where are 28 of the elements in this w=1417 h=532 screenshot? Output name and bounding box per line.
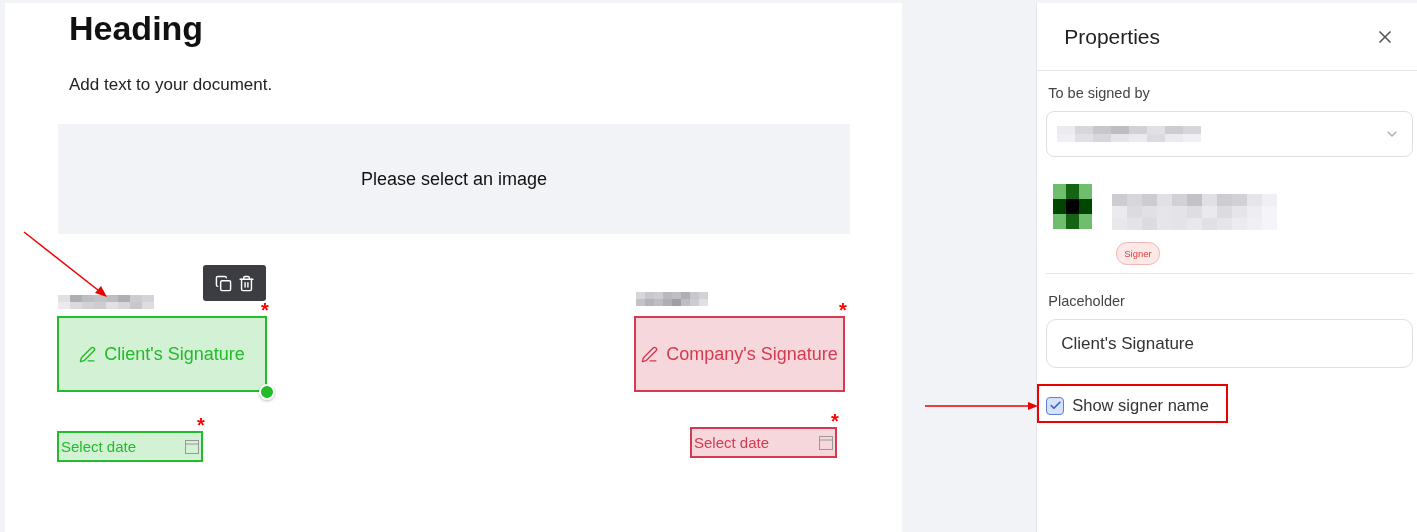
blurred-avatar	[1053, 184, 1093, 229]
document-text: Add text to your document.	[69, 75, 273, 95]
field-label: Company's Signature	[666, 343, 838, 365]
calendar-icon	[819, 435, 833, 450]
calendar-icon	[185, 439, 199, 454]
placeholder-input[interactable]: Client's Signature	[1046, 319, 1413, 368]
delete-icon[interactable]	[237, 274, 255, 292]
date-field[interactable]: Select date	[57, 431, 203, 462]
date-field[interactable]: Select date	[690, 427, 837, 458]
field-label: Select date	[694, 434, 770, 451]
show-signer-checkbox[interactable]: Show signer name	[1046, 396, 1209, 415]
checkbox[interactable]	[1046, 396, 1065, 415]
check-icon	[1048, 399, 1062, 412]
blurred-text	[636, 292, 708, 306]
panel-title: Properties	[1064, 24, 1160, 49]
copy-icon[interactable]	[214, 274, 232, 292]
field-label: To be signed by	[1048, 85, 1151, 101]
signature-field[interactable]: Client's Signature	[57, 316, 267, 392]
field-label: Select date	[61, 438, 137, 455]
pen-icon	[641, 345, 659, 363]
field-label: Client's Signature	[104, 343, 245, 365]
image-placeholder[interactable]: Please select an image	[58, 124, 850, 234]
document-heading: Heading	[69, 9, 204, 48]
field-label: Placeholder	[1048, 293, 1126, 309]
signature-field[interactable]: Company's Signature	[634, 316, 845, 392]
role-badge: Signer	[1116, 242, 1160, 265]
resize-handle[interactable]	[259, 384, 275, 400]
pen-icon	[79, 345, 97, 363]
